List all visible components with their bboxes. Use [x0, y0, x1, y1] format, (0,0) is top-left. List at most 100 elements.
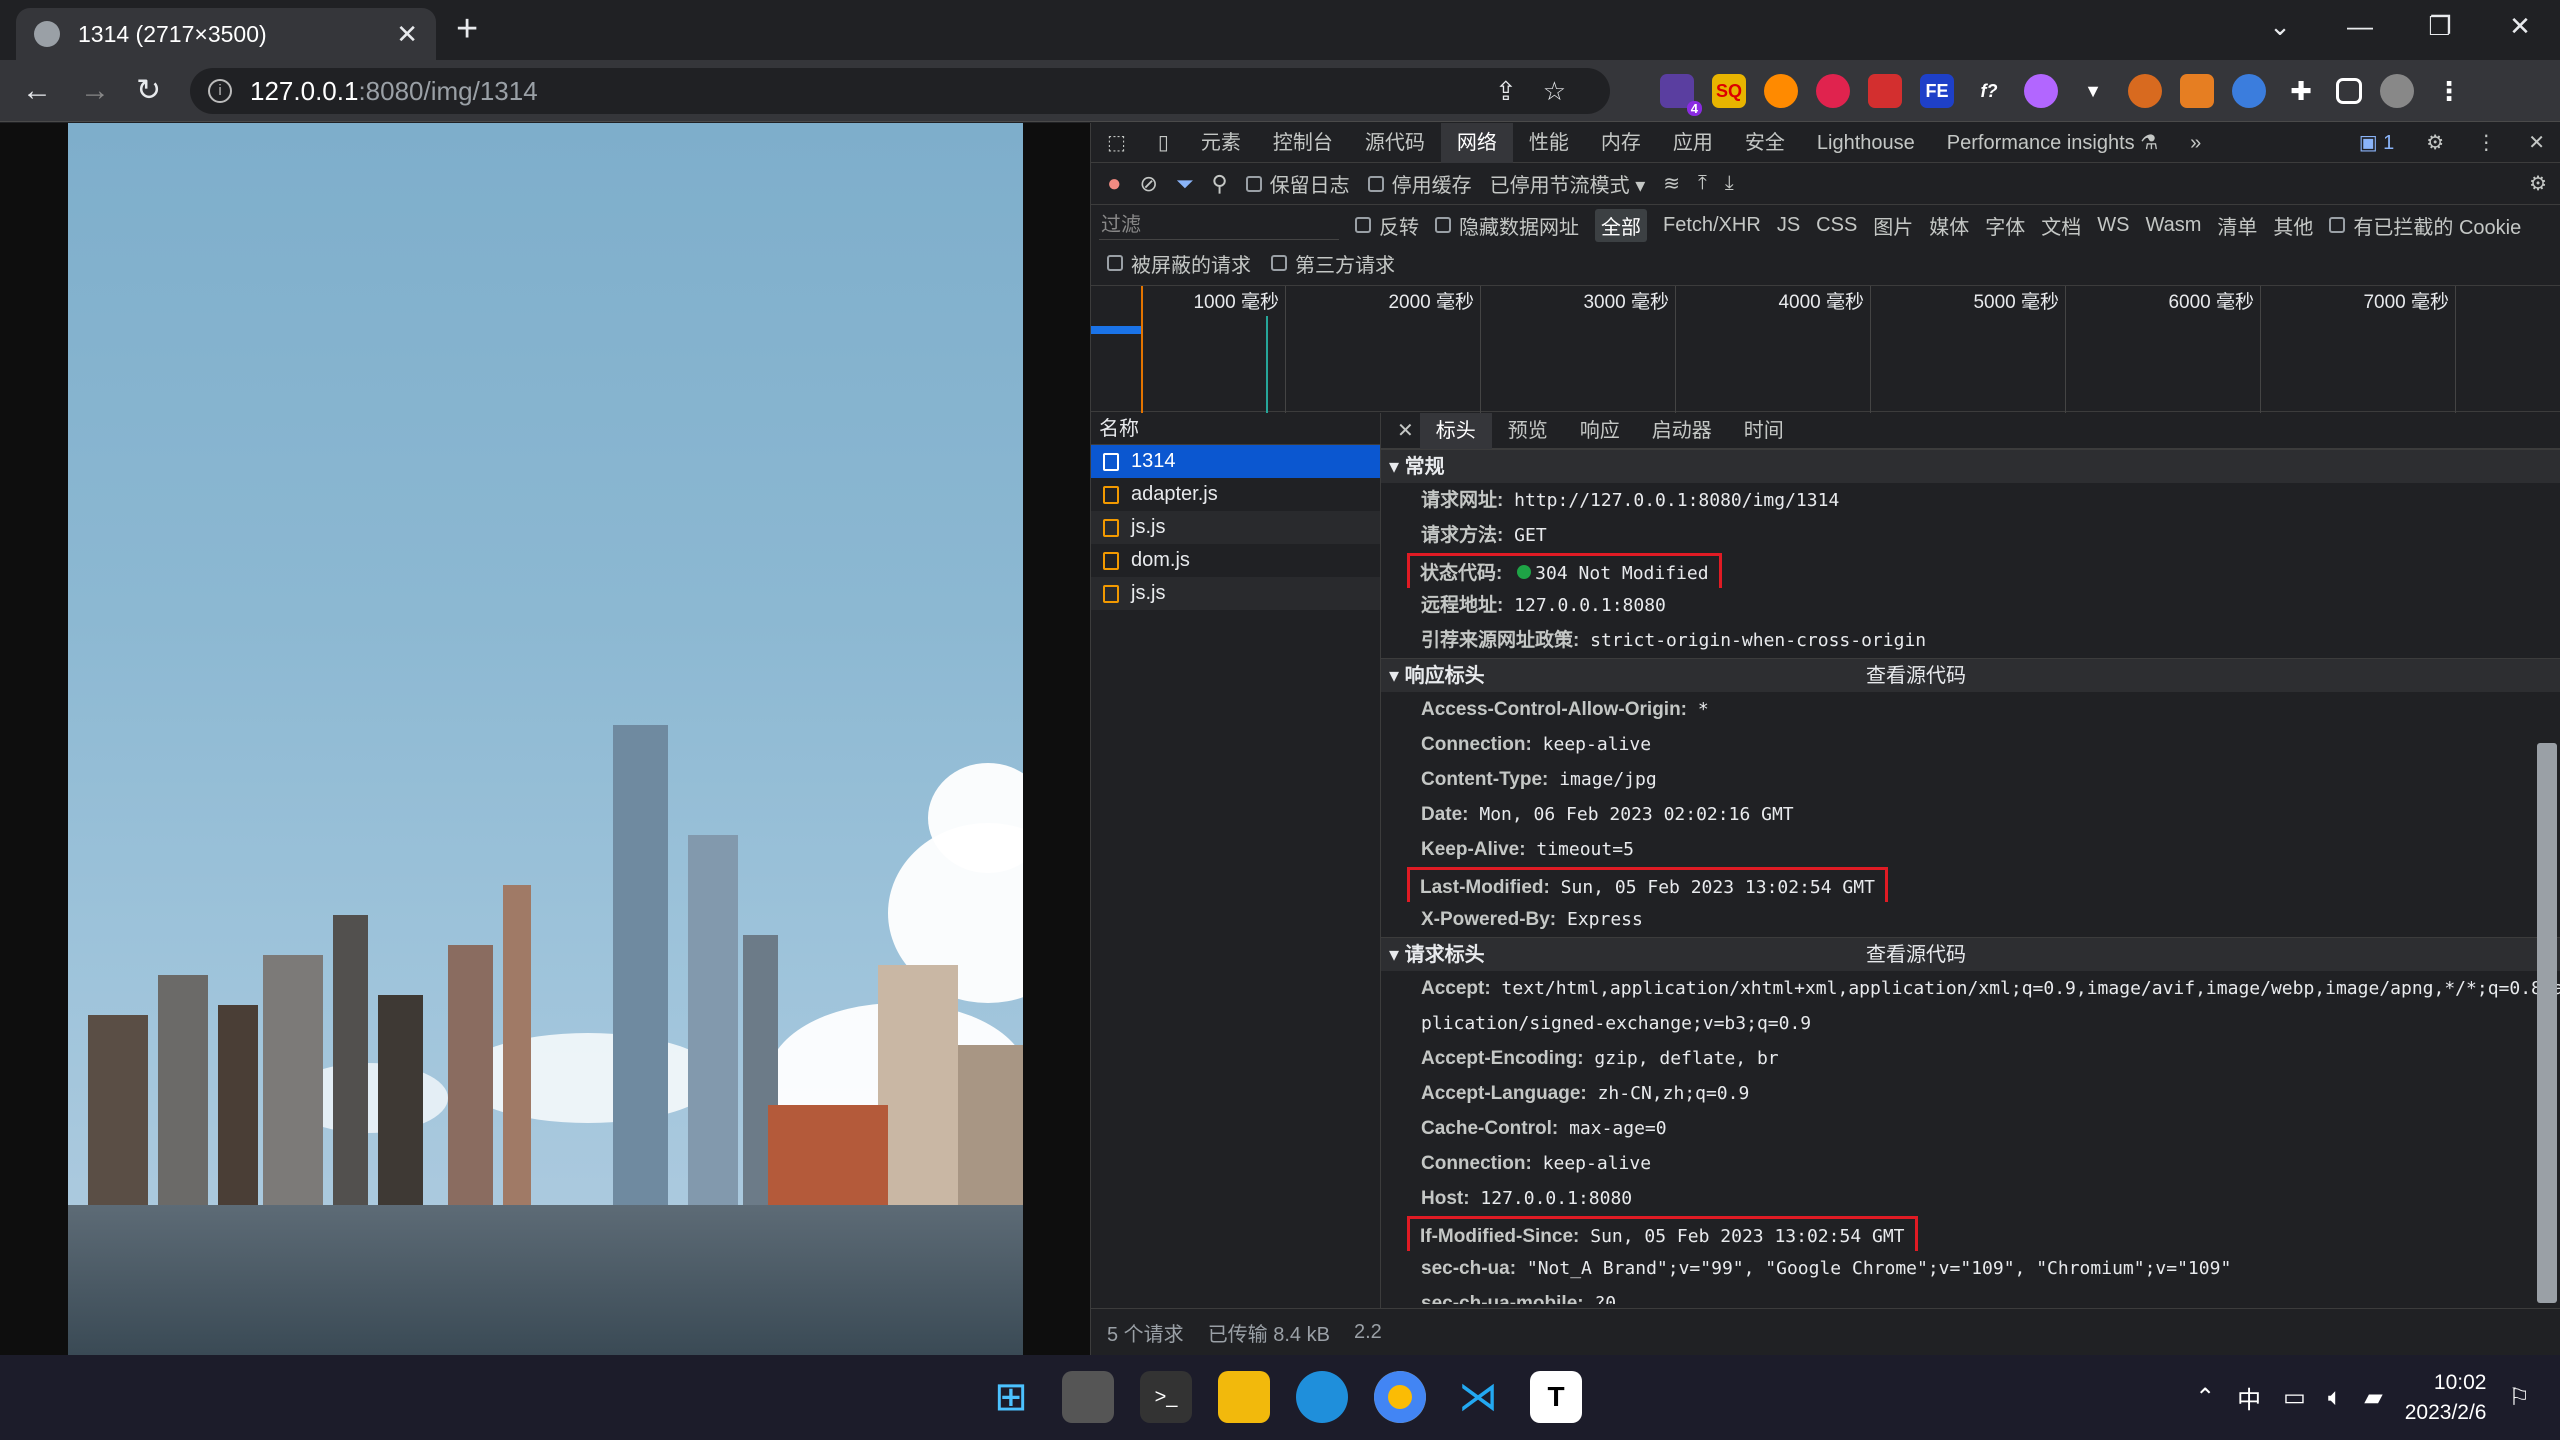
extension-icon[interactable] — [1816, 74, 1850, 108]
request-headers-section-header[interactable]: ▾ 请求标头 查看源代码 — [1381, 937, 2560, 971]
request-row[interactable]: js.js — [1091, 511, 1380, 544]
task-view-icon[interactable] — [1062, 1371, 1114, 1423]
tab-performance[interactable]: 性能 — [1513, 123, 1585, 163]
preserve-log-checkbox[interactable]: 保留日志 — [1245, 169, 1350, 198]
blocked-cookies-checkbox[interactable]: 有已拦截的 Cookie — [2329, 211, 2521, 240]
tab-preview[interactable]: 预览 — [1492, 413, 1564, 449]
extension-icon[interactable]: f? — [1972, 74, 2006, 108]
filter-type-ws[interactable]: WS — [2097, 214, 2129, 237]
extension-icon[interactable] — [2232, 74, 2266, 108]
network-settings-icon[interactable]: ⚙ — [2529, 171, 2547, 196]
detail-scrollbar[interactable] — [2537, 743, 2557, 1303]
reload-icon[interactable]: ↻ — [136, 60, 161, 122]
extension-icon[interactable]: 4 — [1660, 74, 1702, 116]
typora-icon[interactable]: T — [1530, 1371, 1582, 1423]
response-headers-section-header[interactable]: ▾ 响应标头 查看源代码 — [1381, 658, 2560, 692]
side-panel-icon[interactable] — [2336, 78, 2362, 104]
tab-network[interactable]: 网络 — [1440, 122, 1513, 163]
tab-console[interactable]: 控制台 — [1257, 123, 1349, 163]
more-tabs-button[interactable]: » — [2174, 123, 2217, 163]
tab-security[interactable]: 安全 — [1729, 123, 1801, 163]
view-source-link[interactable]: 查看源代码 — [1866, 659, 1966, 693]
close-devtools-icon[interactable]: ✕ — [2512, 123, 2560, 163]
filter-type-media[interactable]: 媒体 — [1929, 211, 1969, 240]
inspect-icon[interactable]: ⬚ — [1091, 123, 1142, 163]
tab-response[interactable]: 响应 — [1564, 413, 1636, 449]
search-icon[interactable]: ⚲ — [1212, 171, 1228, 197]
battery-icon[interactable]: ▰ — [2364, 1383, 2382, 1412]
browser-tab[interactable]: 1314 (2717×3500) ✕ — [16, 8, 436, 60]
avatar[interactable] — [2380, 74, 2414, 108]
tab-elements[interactable]: 元素 — [1185, 123, 1257, 163]
site-info-icon[interactable]: i — [208, 79, 232, 103]
windows-start-icon[interactable]: ⊞ — [985, 1371, 1037, 1423]
extension-icon[interactable] — [2180, 74, 2214, 108]
extension-icon[interactable]: ▼ — [2076, 74, 2110, 108]
puzzle-icon[interactable]: ✚ — [2284, 74, 2318, 108]
extension-icon[interactable]: SQ — [1712, 74, 1746, 108]
filter-type-js[interactable]: JS — [1777, 214, 1800, 237]
filter-icon[interactable]: ⏷ — [1176, 171, 1194, 197]
new-tab-button[interactable]: + — [456, 8, 478, 51]
name-column-header[interactable]: 名称 — [1091, 413, 1380, 445]
request-row[interactable]: js.js — [1091, 577, 1380, 610]
filter-type-doc[interactable]: 文档 — [2041, 211, 2081, 240]
filter-type-other[interactable]: 其他 — [2273, 211, 2313, 240]
filter-type-wasm[interactable]: Wasm — [2146, 214, 2202, 237]
edge-icon[interactable] — [1296, 1371, 1348, 1423]
clear-icon[interactable]: ⊘ — [1140, 171, 1158, 197]
network-timeline[interactable]: 1000 毫秒 2000 毫秒 3000 毫秒 4000 毫秒 5000 毫秒 … — [1091, 285, 2560, 413]
terminal-icon[interactable]: >_ — [1140, 1371, 1192, 1423]
filter-type-css[interactable]: CSS — [1816, 214, 1857, 237]
tab-application[interactable]: 应用 — [1657, 123, 1729, 163]
tab-timing[interactable]: 时间 — [1728, 413, 1800, 449]
chrome-icon[interactable] — [1374, 1371, 1426, 1423]
disable-cache-checkbox[interactable]: 停用缓存 — [1367, 169, 1472, 198]
filter-input[interactable]: 过滤 — [1099, 210, 1339, 240]
extension-icon[interactable] — [1868, 74, 1902, 108]
extension-icon[interactable] — [2024, 74, 2058, 108]
import-har-icon[interactable]: ⤒ — [1698, 172, 1707, 195]
blocked-requests-checkbox[interactable]: 被屏蔽的请求 — [1107, 249, 1251, 278]
clock[interactable]: 10:02 2023/2/6 — [2405, 1368, 2487, 1428]
extension-icon[interactable] — [2128, 74, 2162, 108]
extension-icon[interactable]: FE — [1920, 74, 1954, 108]
network-icon[interactable]: ▭ — [2283, 1383, 2306, 1412]
tab-initiator[interactable]: 启动器 — [1636, 413, 1728, 449]
close-tab-icon[interactable]: ✕ — [396, 19, 418, 50]
filter-type-xhr[interactable]: Fetch/XHR — [1663, 214, 1761, 237]
address-bar[interactable]: i 127.0.0.1 :8080/img/1314 ⇪☆ — [190, 68, 1610, 114]
filter-type-manifest[interactable]: 清单 — [2217, 211, 2257, 240]
general-section-header[interactable]: ▾ 常规 — [1381, 449, 2560, 483]
vscode-icon[interactable]: ⋊ — [1452, 1371, 1504, 1423]
filter-type-all[interactable]: 全部 — [1595, 208, 1647, 242]
tab-lighthouse[interactable]: Lighthouse — [1801, 123, 1931, 163]
tab-headers[interactable]: 标头 — [1419, 412, 1492, 449]
volume-icon[interactable]: 🔈︎ — [2328, 1384, 2342, 1412]
chevron-up-icon[interactable]: ⌃ — [2195, 1383, 2215, 1412]
share-bookmark-icons[interactable]: ⇪☆ — [1495, 76, 1592, 107]
tab-performance-insights[interactable]: Performance insights ⚗ — [1931, 123, 2174, 163]
back-icon[interactable]: ← — [22, 60, 52, 122]
request-row[interactable]: dom.js — [1091, 544, 1380, 577]
menu-icon[interactable]: ⋮ — [2432, 74, 2466, 108]
tab-memory[interactable]: 内存 — [1585, 123, 1657, 163]
restore-button[interactable]: ❐ — [2400, 0, 2480, 56]
invert-checkbox[interactable]: 反转 — [1355, 211, 1419, 240]
devtools-menu-icon[interactable]: ⋮ — [2460, 123, 2512, 163]
device-toggle-icon[interactable]: ▯ — [1142, 123, 1185, 163]
throttle-select[interactable]: 已停用节流模式 ▾ — [1490, 169, 1646, 198]
forward-icon[interactable]: → — [80, 60, 110, 122]
notification-icon[interactable]: ⚐ — [2508, 1383, 2530, 1412]
request-row[interactable]: adapter.js — [1091, 478, 1380, 511]
hide-data-urls-checkbox[interactable]: 隐藏数据网址 — [1435, 211, 1579, 240]
settings-icon[interactable]: ⚙ — [2410, 123, 2460, 163]
tab-sources[interactable]: 源代码 — [1349, 123, 1441, 163]
third-party-checkbox[interactable]: 第三方请求 — [1271, 249, 1395, 278]
export-har-icon[interactable]: ⤓ — [1725, 172, 1734, 195]
filter-type-font[interactable]: 字体 — [1985, 211, 2025, 240]
view-source-link[interactable]: 查看源代码 — [1866, 938, 1966, 972]
ime-indicator[interactable]: 中 — [2237, 1380, 2261, 1415]
filter-type-img[interactable]: 图片 — [1873, 211, 1913, 240]
request-row[interactable]: 1314 — [1091, 445, 1380, 478]
